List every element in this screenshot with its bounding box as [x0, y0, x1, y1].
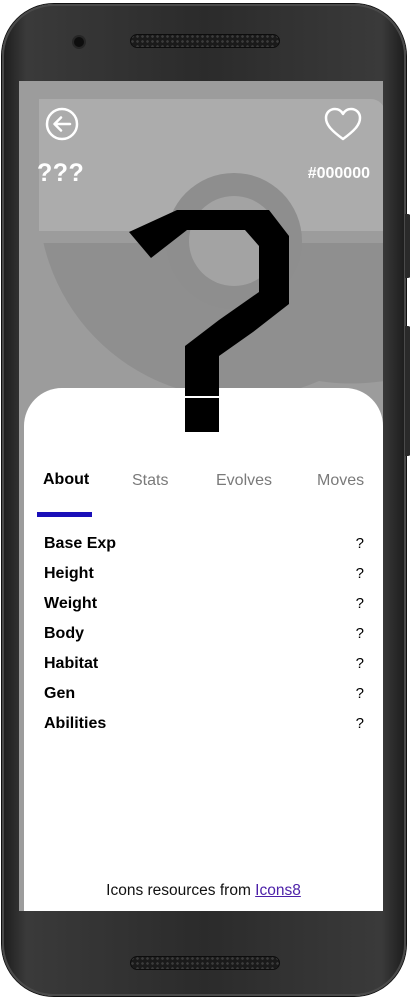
active-tab-indicator: [37, 512, 92, 517]
row-value: ?: [355, 685, 364, 702]
row-value: ?: [355, 625, 364, 642]
row-label: Body: [44, 625, 84, 642]
row-value: ?: [355, 565, 364, 582]
row-value: ?: [355, 655, 364, 672]
list-item: Abilities ?: [44, 711, 364, 741]
back-arrow-icon: [45, 107, 79, 141]
list-item: Habitat ?: [44, 651, 364, 681]
tab-moves[interactable]: Moves: [317, 472, 364, 490]
tab-about[interactable]: About: [43, 471, 89, 489]
list-item: Gen ?: [44, 681, 364, 711]
app-screen: ??? #000000 About Stats Evolves Moves Ba…: [19, 81, 383, 911]
volume-button: [405, 214, 410, 278]
list-item: Weight ?: [44, 591, 364, 621]
row-value: ?: [355, 535, 364, 552]
question-mark-artwork: [129, 210, 289, 432]
row-label: Habitat: [44, 655, 99, 672]
pokemon-number: #000000: [307, 165, 370, 182]
icons8-link[interactable]: Icons8: [255, 882, 301, 899]
bottom-speaker: [130, 956, 280, 970]
list-item: Height ?: [44, 561, 364, 591]
details-sheet: About Stats Evolves Moves Base Exp ? Hei…: [24, 388, 383, 911]
row-label: Height: [44, 565, 94, 582]
pokemon-name: ???: [37, 159, 85, 187]
row-label: Weight: [44, 595, 98, 612]
row-value: ?: [355, 595, 364, 612]
tab-evolves[interactable]: Evolves: [216, 472, 272, 490]
power-button: [405, 326, 410, 456]
about-list: Base Exp ? Height ? Weight ? Body ? Habi…: [44, 531, 364, 741]
front-camera: [74, 37, 84, 47]
row-value: ?: [355, 715, 364, 732]
row-label: Base Exp: [44, 535, 117, 552]
credits-footer: Icons resources from Icons8: [24, 882, 383, 900]
back-button[interactable]: [45, 107, 79, 141]
tab-stats[interactable]: Stats: [132, 472, 168, 490]
credit-text: Icons resources from: [106, 882, 256, 899]
favorite-button[interactable]: [324, 107, 362, 143]
heart-outline-icon: [324, 107, 362, 141]
row-label: Abilities: [44, 715, 107, 732]
row-label: Gen: [44, 685, 76, 702]
list-item: Base Exp ?: [44, 531, 364, 561]
tab-bar: About Stats Evolves Moves: [24, 466, 383, 517]
list-item: Body ?: [44, 621, 364, 651]
top-speaker: [130, 34, 280, 48]
